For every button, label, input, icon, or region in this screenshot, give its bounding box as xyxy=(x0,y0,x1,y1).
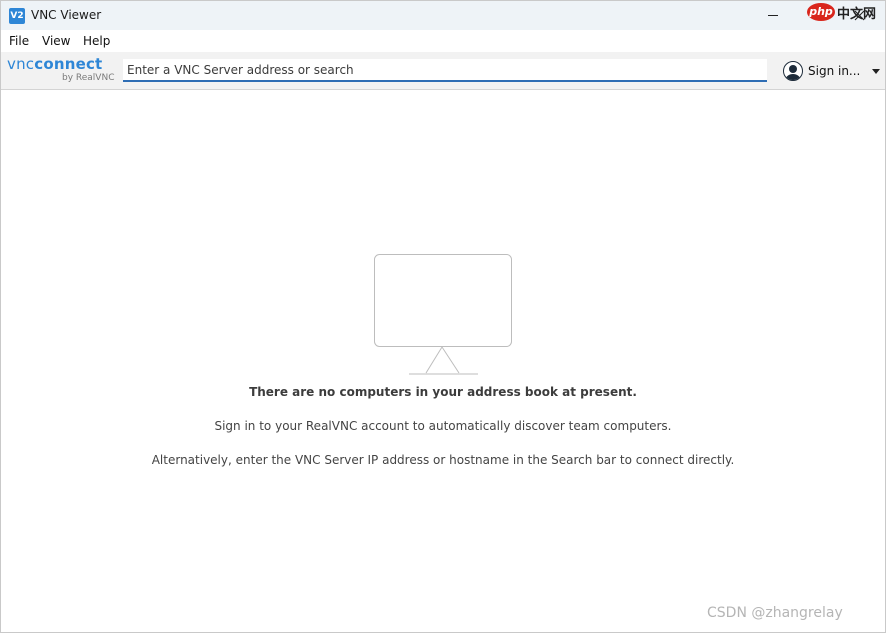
logo-vnc-text: vnc xyxy=(7,55,35,73)
sign-in-button[interactable]: Sign in... xyxy=(781,59,881,83)
vnc-connect-logo: vncconnect by RealVNC xyxy=(7,55,117,85)
vnc-app-icon: V2 xyxy=(9,8,25,24)
menu-file[interactable]: File xyxy=(9,34,29,48)
logo-wordmark: vncconnect xyxy=(7,55,102,73)
menu-view[interactable]: View xyxy=(42,34,70,48)
title-bar: V2 VNC Viewer php 中文网 xyxy=(1,1,885,30)
menu-bar: File View Help xyxy=(1,30,885,52)
csdn-watermark: CSDN @zhangrelay xyxy=(707,605,843,621)
empty-state-search-hint: Alternatively, enter the VNC Server IP a… xyxy=(151,453,735,467)
minimize-button[interactable] xyxy=(753,1,793,30)
php-watermark-badge: php xyxy=(807,3,835,21)
vnc-viewer-window: V2 VNC Viewer php 中文网 File View Help vnc… xyxy=(0,0,886,633)
empty-state-title: There are no computers in your address b… xyxy=(249,385,637,399)
logo-connect-text: connect xyxy=(34,55,103,73)
search-input[interactable] xyxy=(123,59,767,82)
minimize-icon xyxy=(768,15,778,16)
address-book-area: There are no computers in your address b… xyxy=(1,91,885,632)
user-avatar-icon xyxy=(783,61,803,81)
empty-monitor-icon xyxy=(374,254,512,375)
empty-state-signin-hint: Sign in to your RealVNC account to autom… xyxy=(214,419,672,433)
chevron-down-icon[interactable] xyxy=(872,68,881,74)
close-button[interactable] xyxy=(839,1,879,30)
menu-help[interactable]: Help xyxy=(83,34,110,48)
toolbar: vncconnect by RealVNC Sign in... xyxy=(1,52,885,90)
sign-in-label: Sign in... xyxy=(808,64,861,78)
close-icon xyxy=(854,10,864,21)
window-title: VNC Viewer xyxy=(31,8,102,22)
logo-byline: by RealVNC xyxy=(62,73,115,83)
